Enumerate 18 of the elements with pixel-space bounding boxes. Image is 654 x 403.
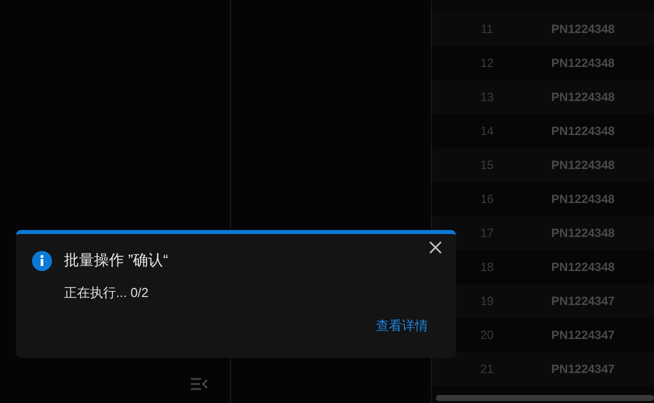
part-number-cell-text: PN1224348	[550, 21, 616, 38]
part-number-cell-text: PN1224348	[550, 191, 616, 208]
view-details-link[interactable]: 查看详情	[376, 316, 428, 336]
part-number-cell-text: PN1224347	[550, 327, 616, 344]
notification-message: 正在执行... 0/2	[64, 284, 149, 302]
part-number-cell-text: PN1224348	[550, 157, 616, 174]
part-number-cell-text: PN1224348	[550, 123, 616, 140]
part-number-cell-text: PN1224348	[550, 225, 616, 242]
notification-title: 批量操作 ”确认“	[64, 251, 168, 271]
part-number-cell-text: PN1224348	[550, 89, 616, 106]
part-number-cell-text: PN1224348	[550, 55, 616, 72]
part-number-cell-text: PN1224348	[550, 259, 616, 276]
collapse-menu-icon[interactable]	[191, 378, 208, 390]
part-number-cell-text: PN1224347	[550, 361, 616, 378]
part-number-cell-text: PN1224347	[550, 293, 616, 310]
horizontal-scrollbar[interactable]	[436, 395, 654, 401]
close-icon[interactable]	[429, 241, 442, 254]
info-icon	[32, 251, 52, 272]
